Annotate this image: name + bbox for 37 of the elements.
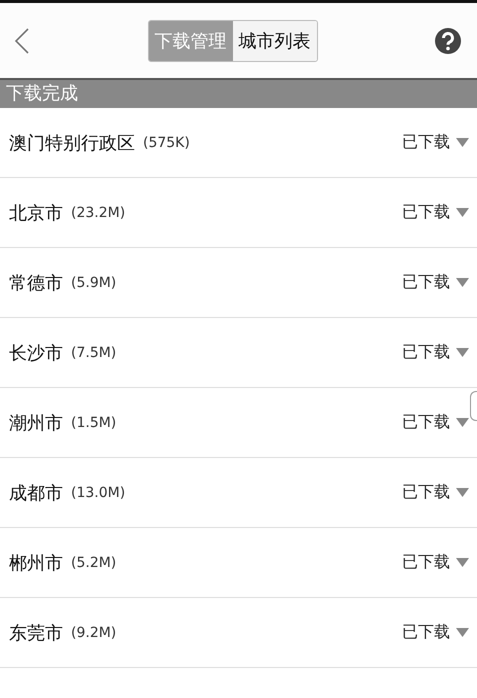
city-name: 澳门特别行政区 — [9, 132, 135, 154]
tab[interactable]: 城市列表 — [232, 20, 316, 60]
status-dropdown[interactable]: 已下载 — [402, 342, 469, 363]
city-name: 东莞市 — [9, 622, 63, 644]
file-size: (23.2M) — [71, 204, 126, 220]
status-dropdown[interactable]: 已下载 — [402, 482, 469, 503]
city-name: 长沙市 — [9, 342, 63, 364]
status-dropdown[interactable]: 已下载 — [402, 202, 469, 223]
city-name: 潮州市 — [9, 412, 63, 434]
file-size: (575K) — [143, 134, 190, 150]
status-dropdown[interactable]: 已下载 — [402, 412, 469, 433]
city-name: 成都市 — [9, 482, 63, 504]
caret-icon — [456, 348, 469, 357]
side-handle[interactable] — [470, 391, 477, 421]
file-size: (5.2M) — [71, 554, 116, 570]
file-size: (1.5M) — [71, 414, 116, 430]
status-dropdown[interactable]: 已下载 — [402, 552, 469, 573]
help-icon[interactable] — [435, 28, 461, 54]
file-size: (13.0M) — [71, 484, 126, 500]
caret-icon — [456, 628, 469, 637]
city-name: 常德市 — [9, 272, 63, 294]
file-size: (9.2M) — [71, 624, 116, 640]
status-dropdown[interactable]: 已下载 — [402, 132, 469, 153]
status-dropdown[interactable]: 已下载 — [402, 622, 469, 643]
city-name: 郴州市 — [9, 552, 63, 574]
city-name: 北京市 — [9, 202, 63, 224]
caret-icon — [456, 208, 469, 217]
file-size: (7.5M) — [71, 344, 116, 360]
back-icon[interactable] — [14, 26, 30, 54]
section-title: 下载完成 — [5, 83, 78, 104]
caret-icon — [456, 138, 469, 147]
caret-icon — [456, 558, 469, 567]
caret-icon — [456, 488, 469, 497]
caret-icon — [456, 278, 469, 287]
caret-icon — [456, 418, 469, 427]
file-size: (5.9M) — [71, 274, 116, 290]
status-dropdown[interactable]: 已下载 — [402, 272, 469, 293]
